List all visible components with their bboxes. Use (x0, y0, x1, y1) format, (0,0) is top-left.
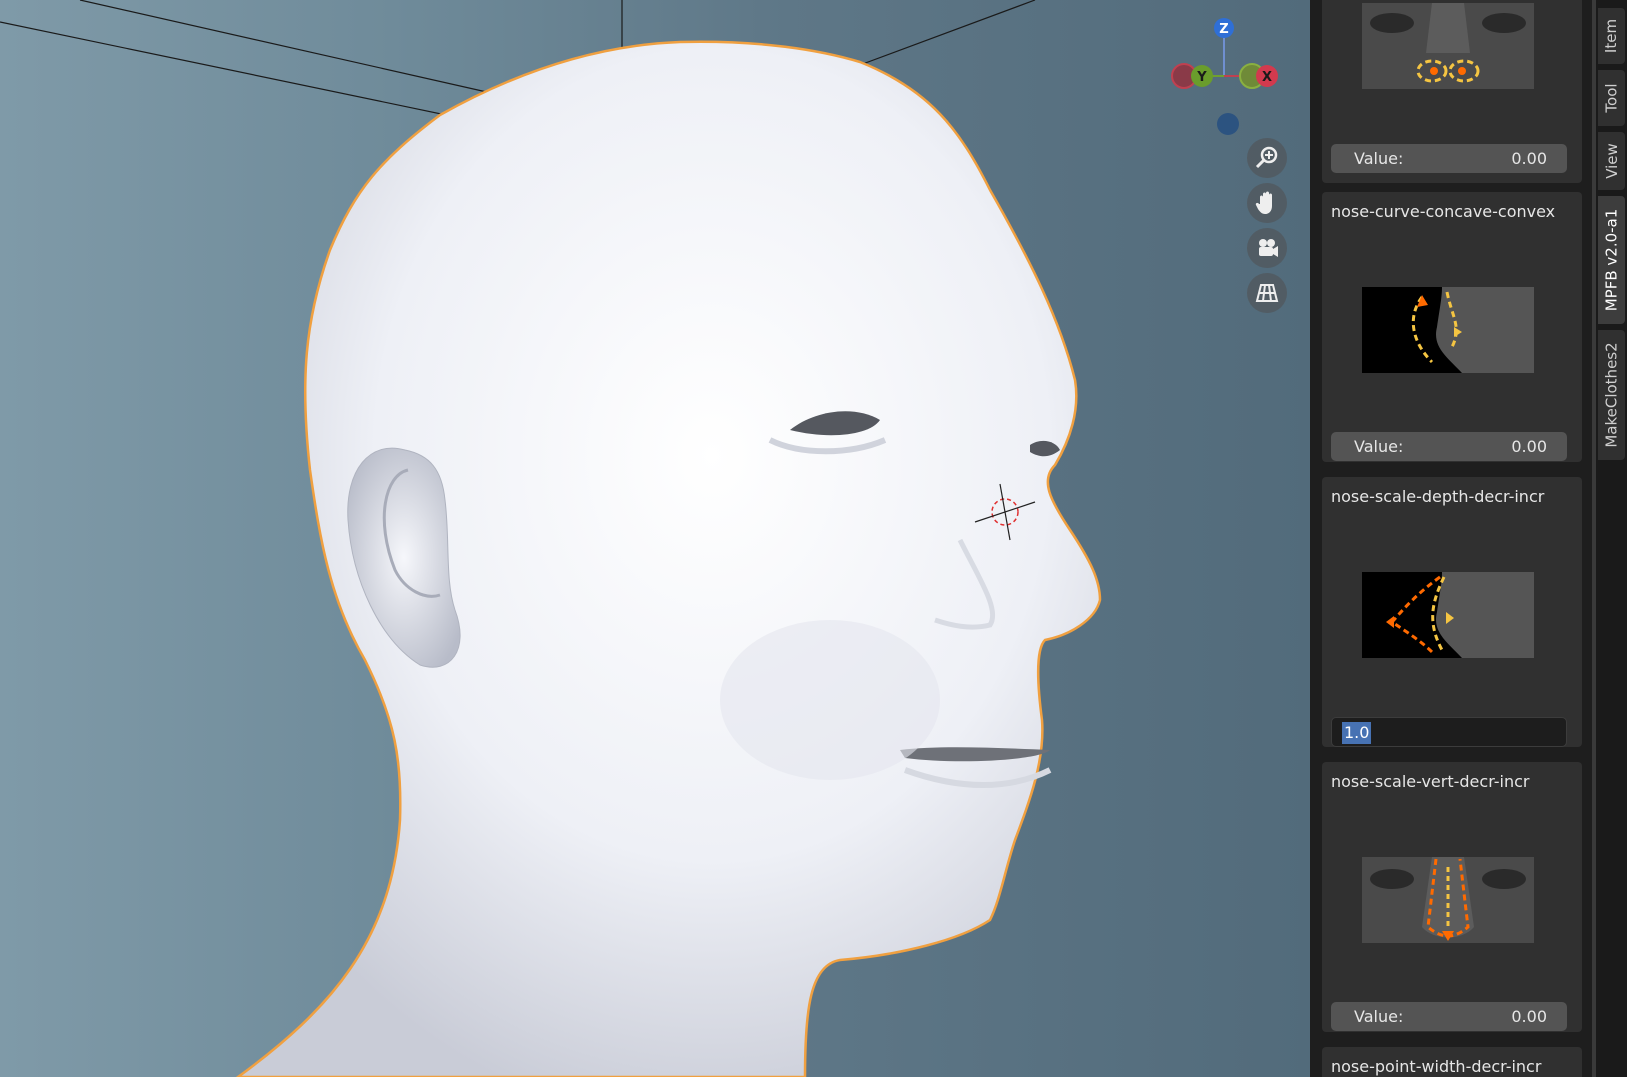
card-title: nose-curve-concave-convex (1331, 202, 1556, 221)
value-label: Value: (1354, 1007, 1404, 1026)
tab-label: Item (1602, 18, 1621, 54)
shape-key-card: nose-scale-depth-decr-incr 1.0 (1322, 477, 1582, 747)
shape-key-card: nose-scale-vert-decr-incr Value: 0.00 (1322, 762, 1582, 1032)
tab-tool[interactable]: Tool (1598, 70, 1625, 126)
tab-label: MPFB v2.0-a1 (1602, 208, 1621, 312)
nose-curve-thumbnail (1362, 287, 1534, 373)
shape-key-card: Value: 0.00 (1322, 0, 1582, 183)
card-title: nose-scale-vert-decr-incr (1331, 772, 1530, 791)
value-edit-field[interactable]: 1.0 (1331, 717, 1567, 747)
tab-view[interactable]: View (1598, 132, 1625, 190)
nose-vert-thumbnail (1362, 857, 1534, 943)
tab-makeclothes2[interactable]: MakeClothes2 (1598, 330, 1625, 460)
selected-text: 1.0 (1342, 722, 1372, 744)
card-title: nose-scale-depth-decr-incr (1331, 487, 1545, 506)
axis-gizmo[interactable]: Z Y X (1160, 12, 1280, 142)
tab-mpfb[interactable]: MPFB v2.0-a1 (1598, 196, 1625, 324)
tab-label: Tool (1602, 83, 1621, 113)
value-label: Value: (1354, 437, 1404, 456)
value-field[interactable]: Value: 0.00 (1331, 144, 1567, 173)
head-model-scene[interactable] (0, 0, 1310, 1077)
zoom-icon[interactable] (1247, 138, 1287, 178)
sidebar-tabs: Item Tool View MPFB v2.0-a1 MakeClothes2 (1596, 0, 1627, 1077)
hand-pan-icon[interactable] (1247, 183, 1287, 223)
tab-label: MakeClothes2 (1602, 342, 1621, 448)
camera-icon[interactable] (1247, 228, 1287, 268)
grid-view-icon[interactable] (1247, 273, 1287, 313)
value-number: 0.00 (1511, 149, 1547, 168)
shape-key-card: nose-curve-concave-convex Value: 0.00 (1322, 192, 1582, 462)
value-field[interactable]: Value: 0.00 (1331, 432, 1567, 461)
3d-viewport[interactable]: Z Y X (0, 0, 1310, 1077)
gizmo-z-label: Z (1219, 22, 1228, 37)
value-number: 0.00 (1511, 1007, 1547, 1026)
gizmo-x-label: X (1262, 70, 1272, 85)
tab-item[interactable]: Item (1598, 8, 1625, 64)
value-number: 0.00 (1511, 437, 1547, 456)
shape-key-card: nose-point-width-decr-incr (1322, 1047, 1582, 1077)
nose-depth-thumbnail (1362, 572, 1534, 658)
tab-label: View (1602, 143, 1621, 179)
gizmo-y-label: Y (1196, 70, 1207, 85)
card-title: nose-point-width-decr-incr (1331, 1057, 1542, 1076)
sidebar-panel: Value: 0.00 nose-curve-concave-convex Va… (1310, 0, 1596, 1077)
value-field[interactable]: Value: 0.00 (1331, 1002, 1567, 1031)
value-label: Value: (1354, 149, 1404, 168)
nose-nostrils-thumbnail (1362, 3, 1534, 89)
